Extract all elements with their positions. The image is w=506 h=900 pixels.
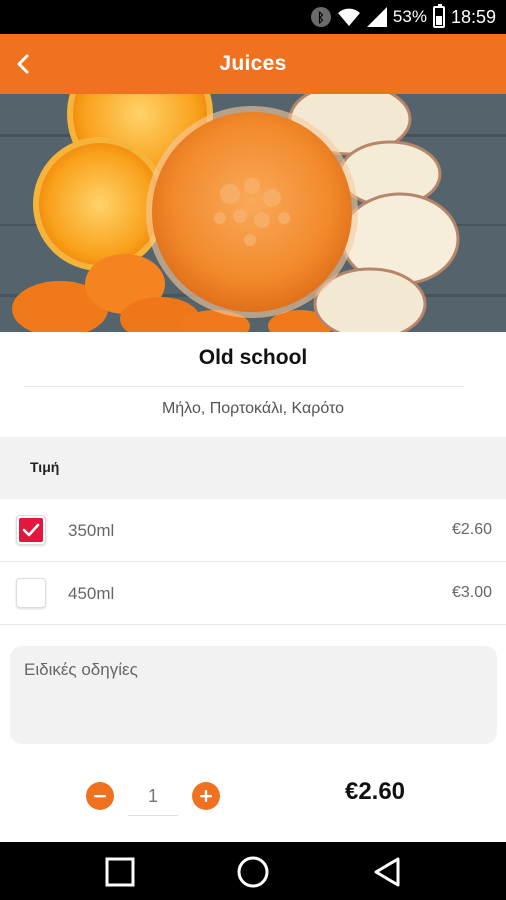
battery-percent: 53% [392,7,427,26]
home-circle-icon [237,856,269,888]
special-instructions-placeholder: Ειδικές οδηγίες [24,660,138,679]
option-450ml[interactable]: 450ml €3.00 [0,562,506,625]
decrease-quantity-button[interactable] [86,782,114,810]
option-label: 450ml [68,584,115,603]
checkbox-unchecked[interactable] [16,578,46,608]
special-instructions-field[interactable]: Ειδικές οδηγίες [10,646,497,744]
divider [24,386,464,387]
signal-icon [366,7,387,27]
recents-square-icon [105,857,135,887]
chevron-left-icon [17,54,29,74]
minus-icon [94,795,106,798]
app-bar: Juices [0,34,506,94]
product-image [0,94,506,332]
wifi-icon [337,7,361,27]
system-nav-bar [0,842,506,900]
quantity-value[interactable]: 1 [128,782,178,816]
back-triangle-icon [374,857,400,887]
checkmark-icon [22,523,40,537]
bluetooth-icon: ᛒ [310,7,331,27]
recents-button[interactable] [100,852,140,892]
option-price: €2.60 [451,521,492,538]
total-price: €2.60 [344,778,406,805]
product-ingredients: Μήλο, Πορτοκάλι, Καρότο [161,400,345,417]
battery-icon [432,4,445,28]
status-bar: ᛒ 53% 18:59 [0,0,506,34]
option-label: 350ml [68,521,115,540]
back-nav-button[interactable] [368,852,408,892]
option-price: €3.00 [451,584,492,601]
plus-icon [200,790,212,802]
home-button[interactable] [233,852,273,892]
price-section-header: Τιμή [0,437,506,499]
increase-quantity-button[interactable] [192,782,220,810]
price-section-title: Τιμή [30,459,60,475]
option-350ml[interactable]: 350ml €2.60 [0,499,506,562]
page-title: Juices [219,52,287,75]
clock: 18:59 [450,6,496,27]
product-name: Old school [198,346,308,369]
checkbox-checked[interactable] [16,515,46,545]
back-button[interactable] [6,46,42,82]
